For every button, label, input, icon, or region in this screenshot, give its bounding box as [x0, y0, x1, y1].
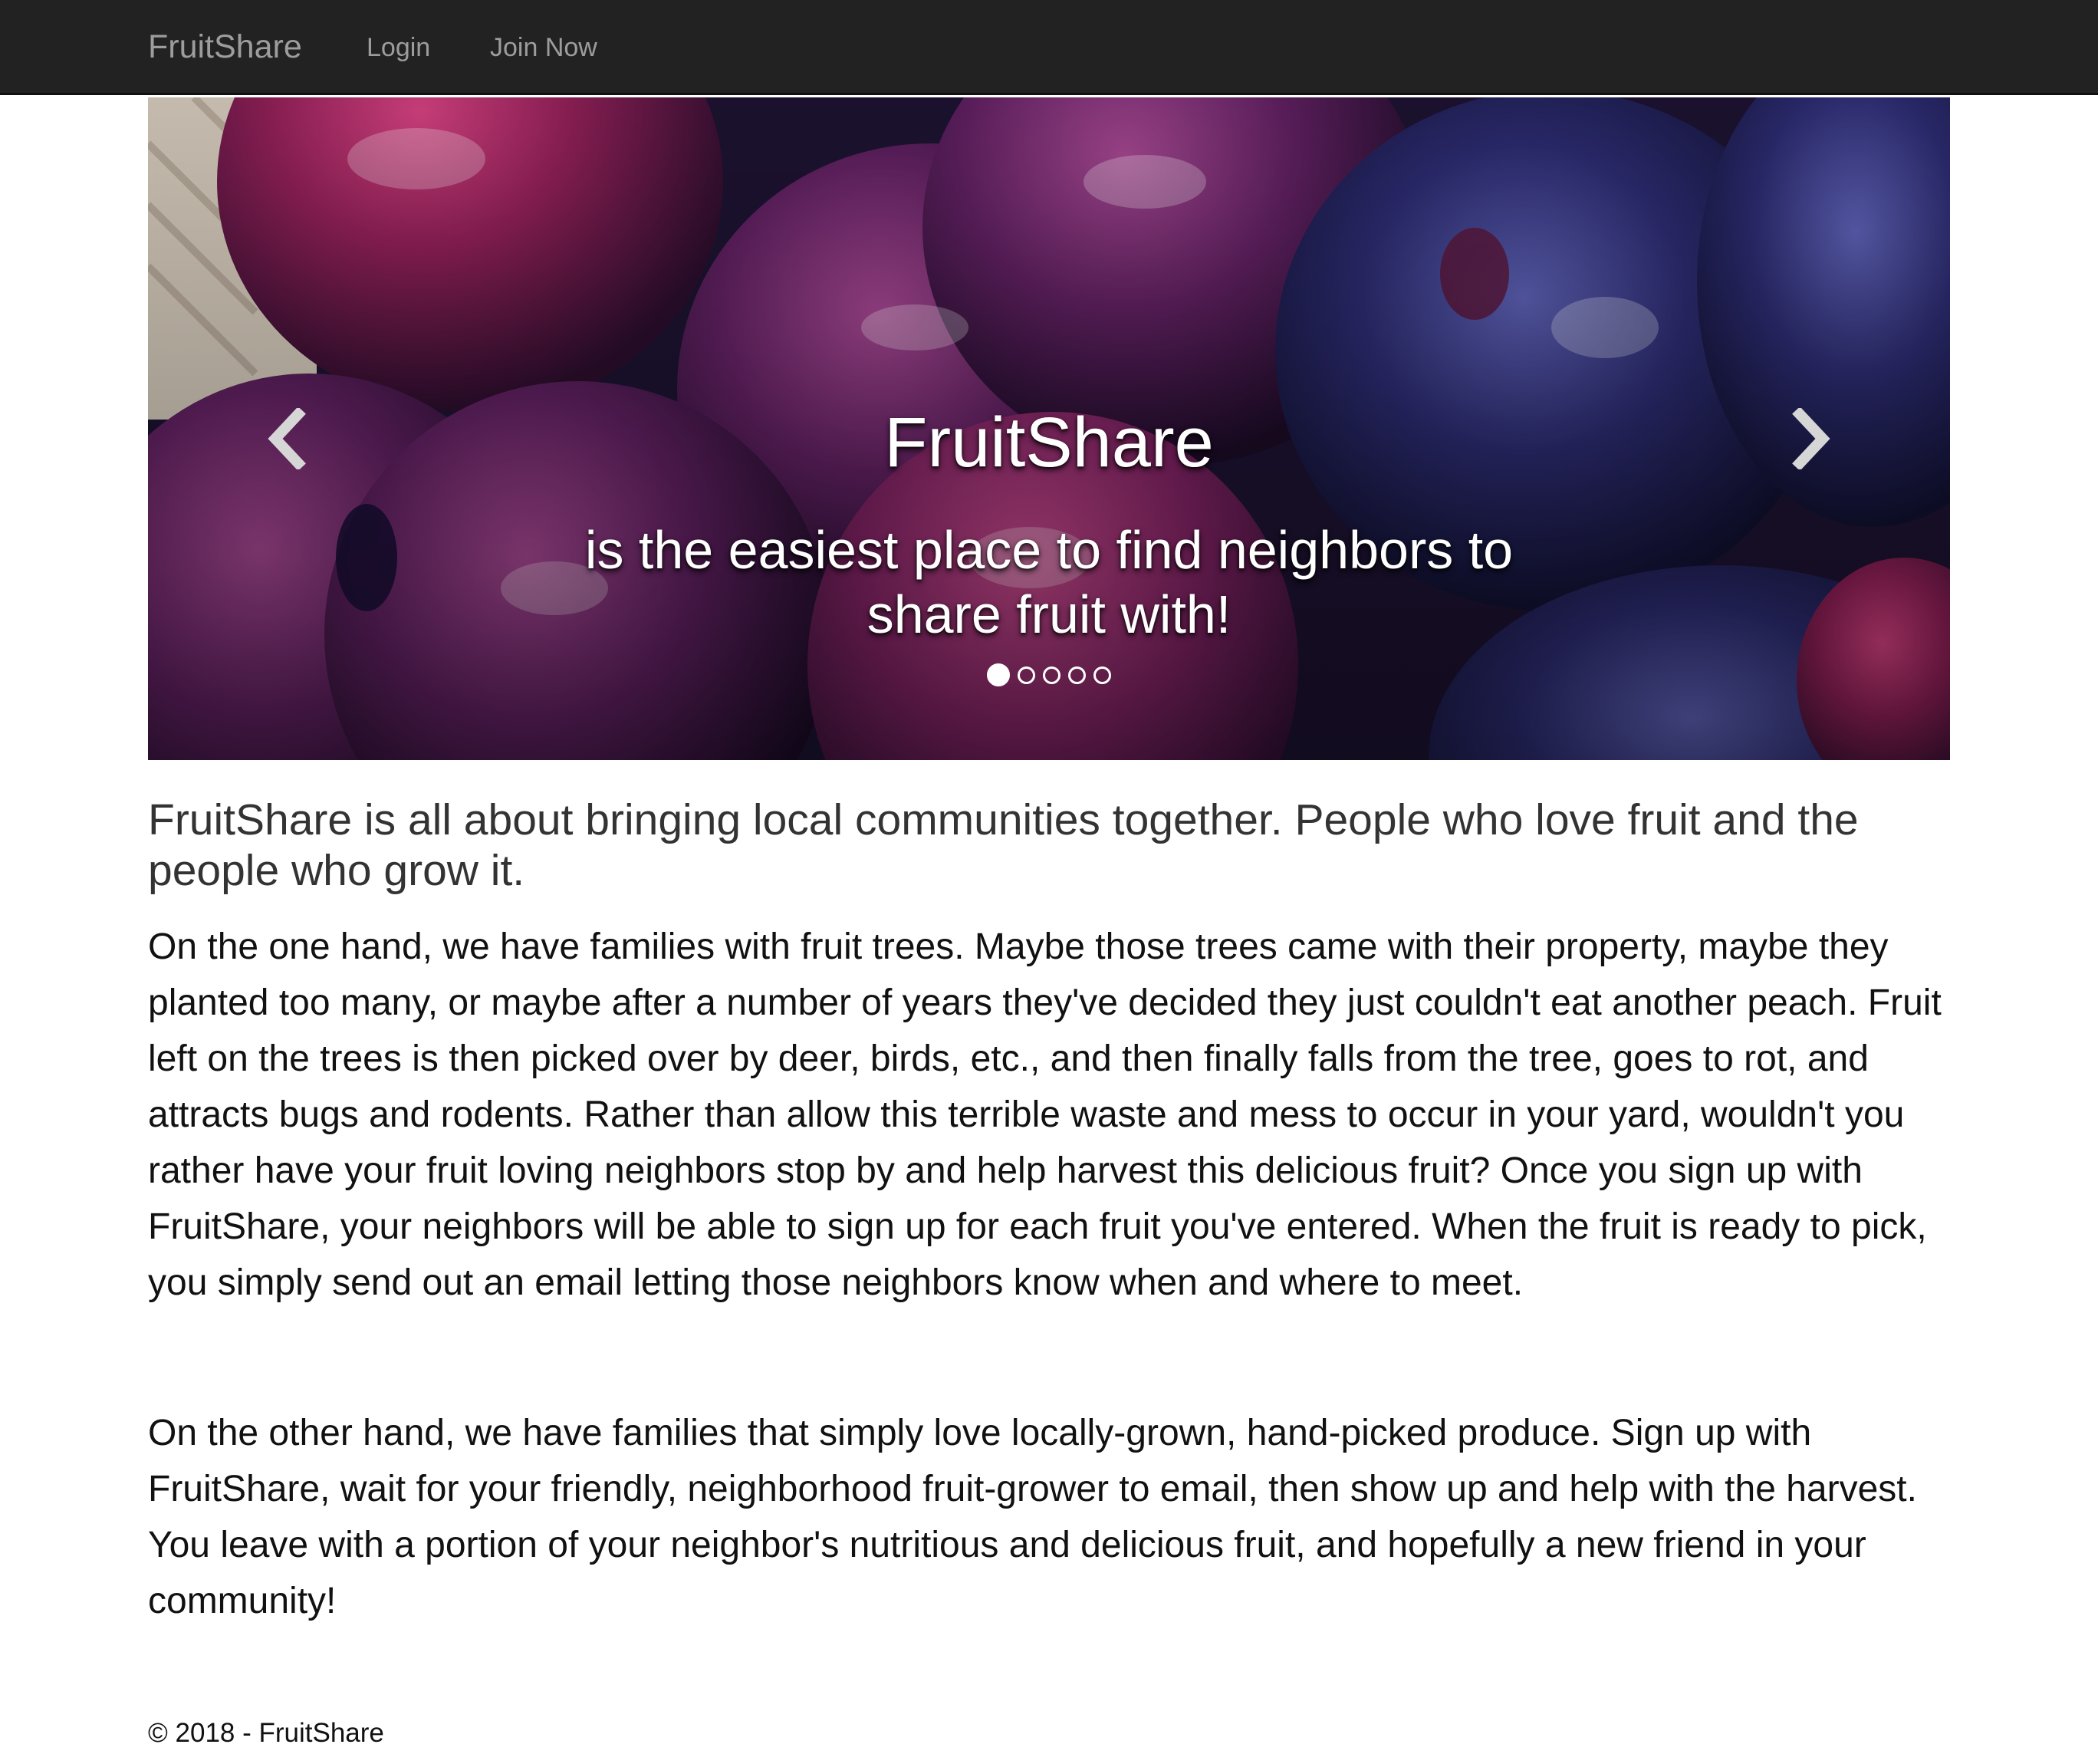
- paragraph-fruit-lovers: On the other hand, we have families that…: [148, 1413, 1917, 1621]
- top-navbar: FruitShare Login Join Now: [0, 0, 2098, 95]
- chevron-right-icon: [1792, 408, 1830, 469]
- carousel-prev-button[interactable]: [148, 97, 424, 760]
- hero-carousel: FruitShare is the easiest place to find …: [148, 97, 1950, 760]
- brand-link[interactable]: FruitShare: [148, 25, 302, 69]
- paragraph-fruit-growers: On the one hand, we have families with f…: [148, 926, 1942, 1303]
- intro-lead: FruitShare is all about bringing local c…: [148, 795, 1859, 895]
- chevron-left-icon: [268, 408, 306, 469]
- carousel-indicator-3[interactable]: [1043, 666, 1061, 684]
- nav-join-now-link[interactable]: Join Now: [490, 29, 597, 66]
- nav-login-link[interactable]: Login: [367, 29, 430, 66]
- carousel-indicator-4[interactable]: [1068, 666, 1086, 684]
- carousel-indicator-1[interactable]: [987, 663, 1010, 686]
- carousel-next-button[interactable]: [1674, 97, 1950, 760]
- carousel-indicators: [148, 663, 1950, 686]
- carousel-caption-subtitle: is the easiest place to find neighbors t…: [584, 520, 1514, 644]
- carousel-caption-title: FruitShare: [884, 403, 1214, 482]
- carousel-indicator-2[interactable]: [1018, 666, 1035, 684]
- carousel-indicator-5[interactable]: [1093, 666, 1111, 684]
- footer-copyright: © 2018 - FruitShare: [148, 1718, 384, 1748]
